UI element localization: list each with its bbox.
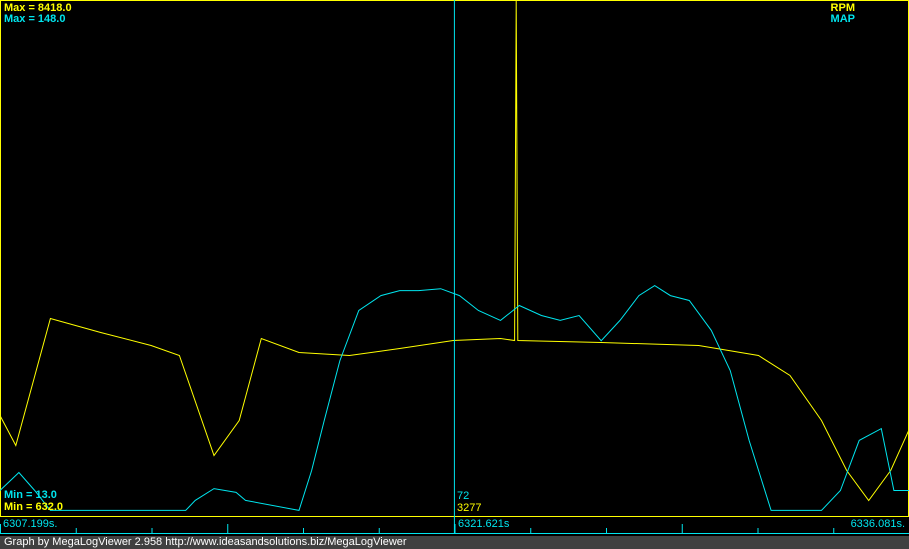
time-cursor-label: 6321.621s xyxy=(458,518,510,530)
map-max-label: Max = 148.0 xyxy=(4,13,66,25)
rpm-min-label: Min = 632.0 xyxy=(4,501,64,513)
map-min-label: Min = 13.0 xyxy=(4,489,57,501)
footer-credit: Graph by MegaLogViewer 2.958 http://www.… xyxy=(0,536,909,549)
cursor-rpm-value: 3277 xyxy=(457,502,482,514)
legend-map: MAP xyxy=(830,13,855,25)
log-graph[interactable] xyxy=(0,0,909,549)
cursor-map-value: 72 xyxy=(457,490,470,502)
time-start-label: 6307.199s. xyxy=(3,518,58,530)
time-end-label: 6336.081s. xyxy=(850,518,905,530)
